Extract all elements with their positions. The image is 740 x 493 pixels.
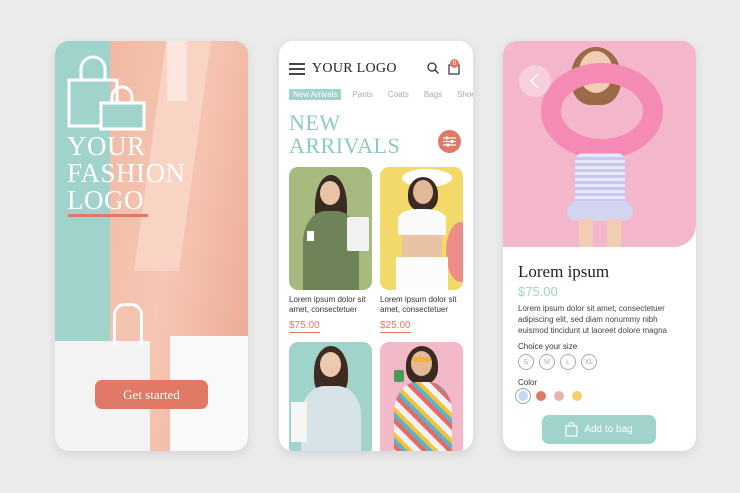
product-description: Lorem ipsum dolor sit amet, consectetuer…: [518, 304, 667, 335]
page-title: NEW ARRIVALS: [289, 111, 400, 157]
color-label: Color: [518, 378, 538, 387]
search-icon[interactable]: [427, 62, 439, 74]
logo-line-3: LOGO: [67, 185, 144, 215]
brand-logo-text: YOUR FASHION LOGO: [67, 133, 186, 214]
color-swatch[interactable]: [518, 391, 528, 401]
product-card[interactable]: Lorem ipsum dolor sit amet, consectetuer…: [380, 167, 463, 333]
drink-can: [394, 370, 404, 382]
sunglasses: [413, 357, 431, 362]
product-card[interactable]: [289, 342, 372, 451]
size-option-l[interactable]: L: [560, 354, 576, 370]
size-options: S M L XL: [518, 354, 597, 370]
size-option-m[interactable]: M: [539, 354, 555, 370]
tab-pants[interactable]: Pants: [348, 89, 376, 100]
size-option-xl[interactable]: XL: [581, 354, 597, 370]
sliders-icon: [443, 136, 456, 147]
product-hero-image: [503, 41, 696, 247]
pink-prop: [446, 222, 463, 282]
figure-head: [413, 180, 433, 204]
heading-line-2: ARRIVALS: [289, 133, 401, 158]
figure-body: [394, 382, 452, 451]
add-to-bag-label: Add to bag: [584, 424, 633, 435]
shopping-bag: [347, 217, 369, 251]
product-description: Lorem ipsum dolor sit amet, consectetuer: [289, 295, 366, 314]
product-detail-screen: Lorem ipsum $75.00 Lorem ipsum dolor sit…: [503, 41, 696, 451]
color-swatch[interactable]: [572, 391, 582, 401]
tab-coats[interactable]: Coats: [384, 89, 413, 100]
swimsuit-ruffle: [567, 201, 633, 221]
product-image[interactable]: [380, 342, 463, 451]
category-tabs: New Arrivals Pants Coats Bags Shoes: [289, 89, 473, 100]
logo-underline: [68, 214, 148, 217]
product-name: Lorem ipsum: [518, 262, 610, 281]
shirt: [167, 41, 187, 101]
product-image[interactable]: [289, 342, 372, 451]
product-card[interactable]: Lorem ipsum dolor sit amet, consectetuer…: [289, 167, 372, 333]
shopping-bags-logo-icon: [67, 55, 146, 131]
product-image[interactable]: [289, 167, 372, 290]
color-swatch[interactable]: [554, 391, 564, 401]
heading-line-1: NEW: [289, 110, 341, 135]
product-price: $25.00: [380, 320, 411, 333]
pink-swim-ring: [541, 63, 663, 159]
get-started-button[interactable]: Get started: [95, 380, 208, 409]
hamburger-menu-icon[interactable]: [289, 63, 305, 75]
shopping-bag: [291, 402, 307, 442]
figure-skirt: [396, 257, 448, 290]
cart-count-badge: 0: [450, 59, 459, 68]
product-image[interactable]: [380, 167, 463, 290]
filter-button[interactable]: [438, 130, 461, 153]
coffee-cup: [307, 231, 314, 241]
product-list-screen: YOUR LOGO 0 New Arrivals Pants Coats Bag…: [279, 41, 473, 451]
size-label: Choice your size: [518, 342, 578, 351]
color-options: [518, 391, 582, 401]
size-option-s[interactable]: S: [518, 354, 534, 370]
tab-bags[interactable]: Bags: [420, 89, 446, 100]
logo-line-1: YOUR: [67, 131, 146, 161]
logo-line-2: FASHION: [67, 158, 186, 188]
figure-leg: [579, 219, 593, 247]
color-swatch[interactable]: [536, 391, 546, 401]
header-logo: YOUR LOGO: [312, 61, 397, 76]
figure-top: [398, 209, 446, 235]
figure-head: [411, 351, 432, 376]
figure-body: [301, 386, 361, 451]
figure-head: [320, 181, 340, 205]
tab-shoes[interactable]: Shoes: [453, 89, 473, 100]
gingham-swimsuit: [575, 153, 625, 208]
figure-waist: [402, 235, 442, 257]
product-price: $75.00: [518, 284, 558, 299]
bag-handle: [113, 303, 143, 346]
add-to-bag-button[interactable]: Add to bag: [542, 415, 656, 444]
back-button[interactable]: [519, 65, 551, 97]
product-description: Lorem ipsum dolor sit amet, consectetuer: [380, 295, 457, 314]
product-card[interactable]: [380, 342, 463, 451]
tab-new-arrivals[interactable]: New Arrivals: [289, 89, 342, 100]
figure-head: [320, 352, 341, 377]
figure-leg: [607, 219, 621, 247]
chevron-left-icon: [529, 73, 539, 89]
product-price: $75.00: [289, 320, 320, 333]
splash-screen: YOUR FASHION LOGO Get started: [55, 41, 248, 451]
bag-icon: [565, 422, 578, 437]
